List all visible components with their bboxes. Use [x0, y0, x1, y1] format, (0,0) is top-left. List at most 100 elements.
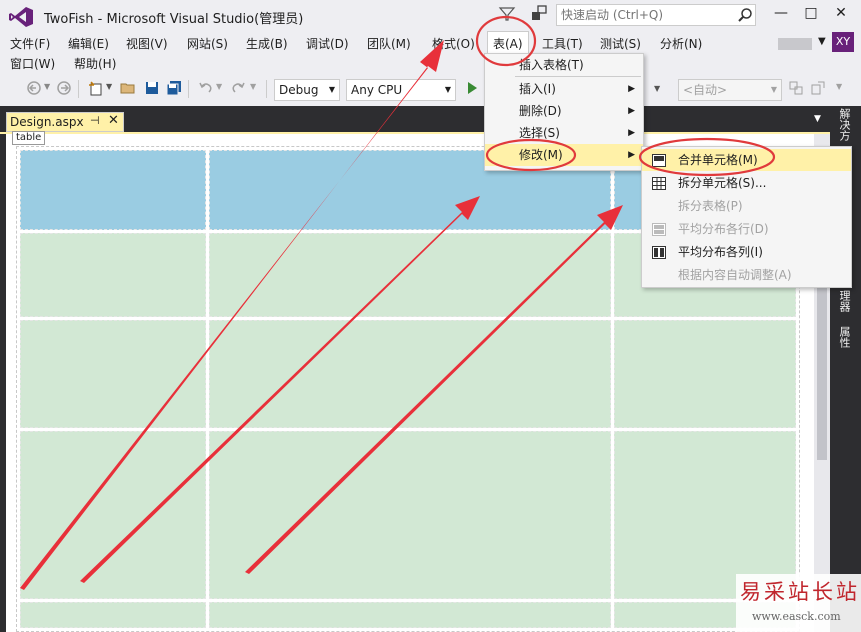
menu-website[interactable]: 网站(S) [185, 34, 230, 54]
menu-item-distribute-rows[interactable]: 平均分布各行(D) [642, 218, 851, 240]
toolbar-separator [188, 80, 189, 98]
solution-explorer-tab-end[interactable]: 理器 [836, 290, 852, 312]
menu-item-insert-table[interactable]: 插入表格(T) [485, 54, 643, 76]
avatar[interactable]: XY [832, 32, 854, 52]
chevron-down-icon: ▼ [444, 85, 451, 94]
feedback-icon[interactable] [530, 4, 548, 22]
watermark-logo-text: 易采站长站 [740, 580, 860, 604]
menu-item-modify[interactable]: 修改(M) ▶ [485, 144, 643, 166]
chevron-down-icon[interactable]: ▼ [250, 82, 256, 91]
submenu-arrow-icon: ▶ [628, 84, 635, 94]
table-row [20, 602, 796, 628]
notification-filter-icon[interactable] [498, 6, 516, 22]
new-project-icon[interactable] [88, 80, 104, 96]
chevron-down-icon[interactable]: ▼ [654, 84, 660, 93]
close-icon[interactable]: ✕ [108, 113, 119, 128]
user-name-blurred [778, 38, 812, 50]
menu-separator [515, 76, 641, 77]
quick-launch-box[interactable] [556, 4, 756, 26]
table-cell[interactable] [20, 431, 206, 599]
menu-team[interactable]: 团队(M) [365, 34, 413, 54]
solution-platform-dropdown[interactable]: Any CPU ▼ [346, 79, 456, 101]
menu-item-label: 选择(S) [519, 126, 560, 140]
watermark-url: www.easck.com [752, 610, 841, 623]
menu-bar: 文件(F) 编辑(E) 视图(V) 网站(S) 生成(B) 调试(D) 团队(M… [0, 31, 861, 74]
save-all-icon[interactable] [166, 80, 182, 96]
chevron-down-icon[interactable]: ▼ [216, 82, 222, 91]
properties-tab[interactable]: 属性 [836, 326, 852, 348]
close-window-button[interactable]: ✕ [826, 2, 856, 26]
maximize-button[interactable]: □ [796, 2, 826, 26]
window-title: TwoFish - Microsoft Visual Studio(管理员) [44, 12, 304, 27]
chevron-down-icon[interactable]: ▼ [836, 82, 842, 91]
table-cell-selected[interactable] [20, 150, 206, 230]
menu-item-split-cells[interactable]: 拆分单元格(S)... [642, 172, 851, 194]
menu-item-label: 修改(M) [519, 148, 563, 162]
table-cell[interactable] [614, 320, 796, 428]
table-menu: 插入表格(T) 插入(I) ▶ 删除(D) ▶ 选择(S) ▶ 修改(M) ▶ [484, 53, 644, 171]
navigate-forward-icon[interactable] [56, 80, 72, 96]
zoom-dropdown[interactable]: <自动> ▼ [678, 79, 782, 101]
menu-item-label: 平均分布各行(D) [678, 222, 769, 236]
menu-edit[interactable]: 编辑(E) [66, 34, 111, 54]
merge-cells-icon [652, 154, 666, 167]
quick-launch-input[interactable] [557, 5, 727, 25]
menu-tools[interactable]: 工具(T) [540, 34, 585, 54]
element-tag-label: table [12, 131, 46, 145]
table-cell[interactable] [209, 233, 611, 317]
chevron-down-icon: ▼ [770, 85, 777, 94]
menu-item-insert[interactable]: 插入(I) ▶ [485, 78, 643, 100]
solution-explorer-tab[interactable]: 解决方 [836, 108, 852, 141]
navigate-back-icon[interactable] [26, 80, 42, 96]
solution-configuration-dropdown[interactable]: Debug ▼ [274, 79, 340, 101]
undo-icon[interactable] [198, 80, 214, 96]
menu-debug[interactable]: 调试(D) [304, 34, 351, 54]
table-cell[interactable] [20, 320, 206, 428]
menu-help[interactable]: 帮助(H) [72, 54, 118, 74]
submenu-arrow-icon: ▶ [628, 106, 635, 116]
table-cell[interactable] [20, 233, 206, 317]
menu-file[interactable]: 文件(F) [8, 34, 52, 54]
table-cell[interactable] [20, 602, 206, 628]
menu-item-distribute-columns[interactable]: 平均分布各列(I) [642, 241, 851, 263]
menu-view[interactable]: 视图(V) [124, 34, 170, 54]
table-cell[interactable] [209, 431, 611, 599]
chevron-down-icon[interactable]: ▼ [818, 36, 826, 47]
position-icon[interactable] [810, 80, 826, 96]
menu-test[interactable]: 测试(S) [598, 34, 643, 54]
menu-item-label: 平均分布各列(I) [678, 245, 763, 259]
menu-item-merge-cells[interactable]: 合并单元格(M) [642, 149, 851, 171]
table-cell[interactable] [209, 320, 611, 428]
configuration-value: Debug [279, 83, 319, 97]
menu-item-label: 根据内容自动调整(A) [678, 268, 792, 282]
visual-studio-logo-icon [9, 7, 33, 27]
open-folder-icon[interactable] [120, 80, 136, 96]
minimize-button[interactable]: — [766, 2, 796, 26]
menu-item-select[interactable]: 选择(S) ▶ [485, 122, 643, 144]
chevron-down-icon[interactable]: ▼ [106, 82, 112, 91]
tab-overflow-icon[interactable]: ▼ [814, 114, 821, 124]
zoom-value: <自动> [683, 83, 728, 97]
split-cells-icon [652, 177, 666, 190]
save-icon[interactable] [144, 80, 160, 96]
submenu-arrow-icon: ▶ [628, 128, 635, 138]
search-icon[interactable] [737, 7, 753, 23]
layout-icon[interactable] [788, 80, 804, 96]
menu-format[interactable]: 格式(O) [430, 34, 477, 54]
menu-item-label: 插入表格(T) [519, 58, 584, 72]
chevron-down-icon: ▼ [328, 85, 335, 94]
menu-item-split-table[interactable]: 拆分表格(P) [642, 195, 851, 217]
menu-item-delete[interactable]: 删除(D) ▶ [485, 100, 643, 122]
menu-window[interactable]: 窗口(W) [8, 54, 57, 74]
start-debugging-icon[interactable] [464, 80, 480, 96]
menu-table[interactable]: 表(A) [487, 31, 529, 55]
table-cell[interactable] [209, 602, 611, 628]
menu-build[interactable]: 生成(B) [244, 34, 290, 54]
distribute-rows-icon [652, 223, 666, 236]
menu-item-label: 插入(I) [519, 82, 556, 96]
redo-icon[interactable] [230, 80, 246, 96]
pin-icon[interactable]: ⊣ [90, 114, 100, 127]
menu-analyze[interactable]: 分析(N) [658, 34, 704, 54]
chevron-down-icon[interactable]: ▼ [44, 82, 50, 91]
menu-item-autofit[interactable]: 根据内容自动调整(A) [642, 264, 851, 286]
